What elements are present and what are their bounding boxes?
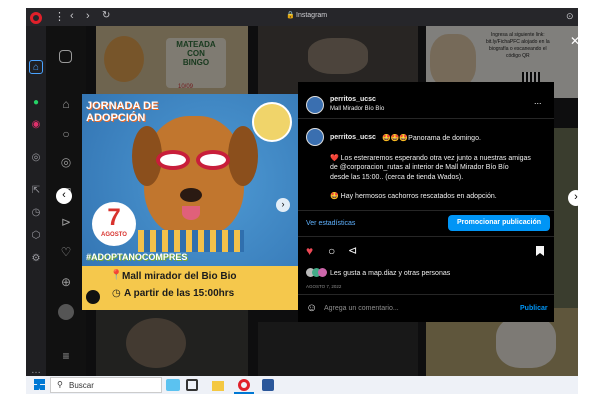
task-view-icon[interactable] (186, 379, 198, 391)
location-pin-icon: 📍 (110, 270, 123, 281)
comment-line: 🤩 Hay hermosos cachorros rescatados en a… (330, 193, 497, 200)
search-icon[interactable]: ○ (58, 126, 74, 142)
send-icon[interactable]: ⇱ (29, 184, 43, 198)
liker-avatars (306, 268, 332, 277)
emoji-icon[interactable]: ☺ (306, 302, 317, 314)
post-title: JORNADA DE ADOPCIÓN (86, 100, 159, 124)
post-location[interactable]: Mall Mirador Bío Bío (330, 106, 384, 112)
comment-line: de @corporacion_rutas al interior de Mal… (330, 164, 509, 171)
prev-post-icon[interactable]: ‹ (56, 188, 72, 204)
windows-taskbar: ⚲ Buscar (26, 376, 578, 394)
instagram-logo-icon[interactable] (59, 50, 72, 63)
comment-avatar[interactable] (306, 128, 324, 146)
share-icon[interactable]: ⊲ (348, 244, 357, 257)
hashtag: #ADOPTANOCOMPRES (86, 252, 188, 262)
post-image[interactable]: JORNADA DE ADOPCIÓN 7 AGOSTO #ADOPTANOCO… (82, 94, 298, 310)
comment-line: ❤️ Los esteraremos esperando otra vez ju… (330, 155, 531, 162)
home-icon[interactable]: ⌂ (58, 96, 74, 112)
messenger-icon[interactable]: ◎ (29, 151, 43, 165)
close-icon[interactable]: ✕ (570, 34, 578, 48)
desktop-frame: ⋮ ‹ › ↻ 🔒 Instagram ⊙ ⌂ ● ◉ ◎ ⇱ ◷ ⬡ ⚙ … … (0, 0, 589, 394)
comment-icon[interactable]: ○ (328, 244, 335, 258)
likes-text[interactable]: Les gusta a map.diaz y otras personas (330, 270, 450, 277)
hamburger-menu-icon[interactable]: ≡ (58, 348, 74, 364)
goggles (156, 150, 190, 170)
logos-badge (252, 102, 292, 142)
browser-window: ⋮ ‹ › ↻ 🔒 Instagram ⊙ ⌂ ● ◉ ◎ ⇱ ◷ ⬡ ⚙ … … (26, 8, 578, 376)
notifications-icon[interactable]: ♡ (58, 244, 74, 260)
date-circle: 7 AGOSTO (92, 202, 136, 246)
date-month: AGOSTO (101, 232, 127, 238)
reload-icon[interactable]: ↻ (102, 10, 110, 21)
opera-sidebar: ⌂ ● ◉ ◎ ⇱ ◷ ⬡ ⚙ … (26, 26, 46, 376)
taskbar-search-box[interactable]: ⚲ Buscar (50, 377, 162, 393)
publish-button[interactable]: Publicar (520, 305, 548, 312)
carousel-next-icon[interactable]: › (276, 198, 290, 212)
lock-icon: 🔒 (286, 12, 295, 19)
settings-icon[interactable]: ⚙ (29, 252, 43, 266)
opera-taskbar-icon[interactable] (238, 379, 250, 391)
comment-username[interactable]: perritos_ucsc (330, 134, 376, 141)
date-day: 7 (107, 204, 121, 231)
post-side-panel: perritos_ucsc Mall Mirador Bío Bío ... p… (298, 82, 554, 322)
post-location-text: Mall mirador del Bio Bio (122, 271, 237, 282)
extension-icon[interactable]: ⊙ (566, 11, 574, 22)
windows-start-icon[interactable] (34, 379, 45, 390)
user-icon (86, 290, 100, 304)
next-post-icon[interactable]: › (568, 190, 578, 206)
profile-avatar[interactable] (58, 304, 74, 320)
bandana (138, 230, 244, 252)
messages-icon[interactable]: ⊳ (58, 214, 74, 230)
file-explorer-icon[interactable] (212, 381, 224, 391)
back-icon[interactable]: ‹ (70, 10, 74, 22)
clock-icon: ◷ (112, 288, 121, 299)
cube-icon[interactable]: ⬡ (29, 229, 43, 243)
comment-line: desde las 15:00.. (cerca de tienda Wados… (330, 174, 464, 181)
view-insights-link[interactable]: Ver estadísticas (306, 220, 355, 227)
post-time-text: A partir de las 15:00hrs (124, 288, 235, 299)
search-icon: ⚲ (57, 380, 63, 389)
browser-topbar: ⋮ ‹ › ↻ 🔒 Instagram ⊙ (26, 8, 578, 26)
forward-icon[interactable]: › (86, 10, 90, 22)
post-username[interactable]: perritos_ucsc (330, 96, 376, 103)
create-icon[interactable]: ⊕ (58, 274, 74, 290)
avatar[interactable] (306, 96, 324, 114)
menu-dots-icon[interactable]: ⋮ (54, 10, 65, 23)
more-options-icon[interactable]: ... (534, 96, 542, 106)
history-icon[interactable]: ◷ (29, 206, 43, 220)
promote-button[interactable]: Promocionar publicación (448, 215, 550, 231)
comment-line: 🤩🤩🤩Panorama de domingo. (382, 135, 481, 142)
comment-input[interactable]: Agrega un comentario... (324, 305, 399, 312)
opera-logo-icon[interactable] (30, 12, 42, 24)
like-heart-icon[interactable]: ♥ (306, 244, 313, 258)
instagram-sidebar-icon[interactable]: ◉ (29, 118, 43, 132)
post-date: AGOSTO 7, 2022 (306, 284, 342, 289)
explore-icon[interactable]: ◎ (58, 154, 74, 170)
taskbar-search-text: Buscar (69, 381, 94, 390)
save-bookmark-icon[interactable] (536, 246, 544, 256)
home-speed-dial-icon[interactable]: ⌂ (29, 60, 43, 74)
widgets-icon[interactable] (166, 379, 180, 391)
whatsapp-icon[interactable]: ● (29, 96, 43, 110)
more-icon[interactable]: … (29, 364, 43, 376)
address-bar[interactable]: Instagram (296, 12, 327, 19)
word-icon[interactable] (262, 379, 274, 391)
